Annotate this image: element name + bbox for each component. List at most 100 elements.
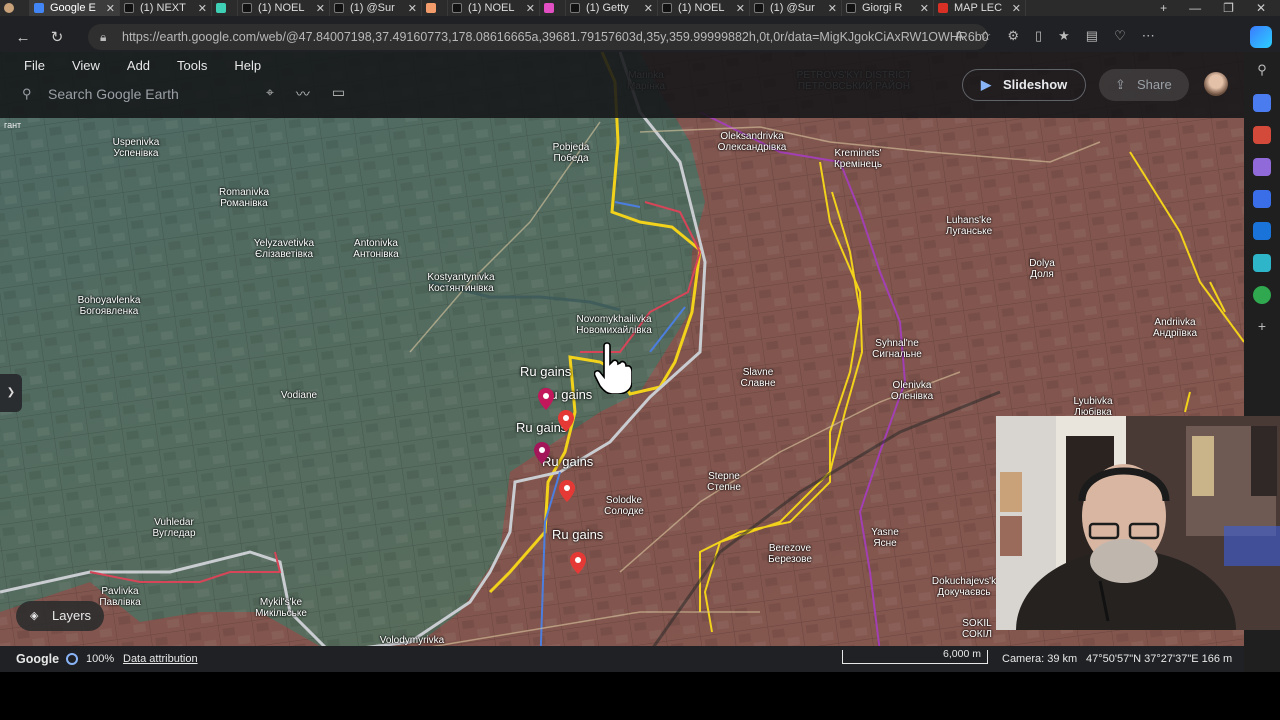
read-aloud-icon[interactable]: A	[955, 28, 964, 44]
new-tab-icon[interactable]: +	[1160, 1, 1167, 15]
map-pin-icon[interactable]	[558, 410, 574, 432]
more-menu-icon[interactable]: ⋯	[1142, 28, 1155, 44]
outlook-icon[interactable]	[1253, 222, 1271, 240]
place-label[interactable]: Vodiane	[281, 390, 317, 401]
tree-icon[interactable]	[1253, 286, 1271, 304]
browser-essentials-icon[interactable]: ♡	[1114, 28, 1126, 44]
place-label[interactable]: Oleksandrivka Олександрівка	[718, 131, 787, 153]
place-label[interactable]: Syhnal'ne Сигнальне	[872, 338, 922, 360]
tab-close-icon[interactable]: ✕	[1012, 2, 1021, 15]
profile-icon[interactable]	[0, 0, 30, 16]
place-label[interactable]: Romanivka Романівка	[219, 187, 269, 209]
ru-gains-label[interactable]: Ru gains	[520, 364, 571, 379]
menu-item-tools[interactable]: Tools	[177, 58, 207, 73]
browser-tab[interactable]	[422, 0, 448, 16]
avatar[interactable]	[1204, 72, 1228, 96]
map-pin-icon[interactable]	[538, 388, 554, 410]
browser-tab[interactable]: (1) @Sur ✕	[750, 0, 842, 16]
place-label[interactable]: Olenivka Оленівка	[891, 380, 933, 402]
place-label[interactable]: Kreminets' Кремінець	[834, 148, 882, 170]
add-sidebar-icon[interactable]: +	[1253, 318, 1271, 336]
place-label[interactable]: Yasne Ясне	[871, 527, 899, 549]
map-pin-icon[interactable]	[570, 552, 586, 574]
browser-tab[interactable]	[540, 0, 566, 16]
slideshow-button[interactable]: ▶ Slideshow	[962, 69, 1086, 101]
extensions-icon[interactable]: ⚙	[1007, 28, 1019, 44]
browser-tab[interactable]: (1) NOEL ✕	[658, 0, 750, 16]
place-label[interactable]: Mykil's'ke Микільське	[255, 597, 307, 619]
browser-tab[interactable]: (1) Getty ✕	[566, 0, 658, 16]
place-label[interactable]: Dokuchajevs'k Докучаєвсь	[932, 576, 996, 598]
place-label[interactable]: Pobjeda Победа	[553, 142, 590, 164]
tab-close-icon[interactable]: ✕	[106, 2, 115, 15]
place-label[interactable]: Antonivka Антонівка	[353, 238, 398, 260]
menu-item-file[interactable]: File	[24, 58, 45, 73]
copilot-sidebar-icon[interactable]	[1253, 190, 1271, 208]
favorite-star-icon[interactable]: ☆	[980, 28, 992, 44]
toolbox-icon[interactable]	[1253, 126, 1271, 144]
place-label[interactable]: Kostyantynivka Костянтинівка	[427, 272, 494, 294]
placemark-icon[interactable]: ⌖	[266, 84, 274, 104]
place-label[interactable]: Luhans'ke Луганське	[946, 215, 992, 237]
tab-close-icon[interactable]: ✕	[198, 2, 207, 15]
browser-tab[interactable]: MAP LEC ✕	[934, 0, 1026, 16]
browser-tab[interactable]: (1) NOEL ✕	[238, 0, 330, 16]
expand-panel-chevron-icon[interactable]: ❯	[0, 374, 22, 412]
menu-item-view[interactable]: View	[72, 58, 100, 73]
tag-icon[interactable]	[1253, 94, 1271, 112]
tab-close-icon[interactable]: ✕	[644, 2, 653, 15]
browser-tab[interactable]: (1) NEXT ✕	[120, 0, 212, 16]
tab-close-icon[interactable]: ✕	[828, 2, 837, 15]
place-label[interactable]: Berezove Березове	[768, 543, 812, 565]
collections-icon[interactable]: ▤	[1086, 28, 1098, 44]
map-pin-icon[interactable]	[534, 442, 550, 464]
ruler-icon[interactable]: ▭	[332, 84, 345, 104]
place-label[interactable]: Lyubivka Любівка	[1073, 396, 1112, 418]
place-label[interactable]: Stepne Степне	[707, 471, 741, 493]
games-icon[interactable]	[1253, 158, 1271, 176]
place-label[interactable]: Vuhledar Вугледар	[152, 517, 195, 539]
restore-icon[interactable]: ❐	[1223, 1, 1234, 15]
place-label[interactable]: Novomykhailivka Новомихайлівка	[576, 314, 652, 336]
hand-cursor-icon	[594, 342, 632, 394]
place-label[interactable]: Slavne Славне	[740, 367, 775, 389]
place-label[interactable]: Andriivka Андріївка	[1153, 317, 1197, 339]
favorites-icon[interactable]: ★	[1058, 28, 1070, 44]
search-sidebar-icon[interactable]: ⚲	[1253, 62, 1271, 80]
close-window-icon[interactable]: ✕	[1256, 1, 1266, 15]
menu-item-add[interactable]: Add	[127, 58, 150, 73]
minimize-icon[interactable]: —	[1189, 1, 1201, 15]
search-input[interactable]: ⚲ Search Google Earth	[12, 80, 252, 108]
tab-close-icon[interactable]: ✕	[736, 2, 745, 15]
place-label[interactable]: SOKIL СОКІЛ	[962, 618, 992, 640]
map-pin-icon[interactable]	[559, 480, 575, 502]
data-attribution-link[interactable]: Data attribution	[123, 653, 198, 665]
tab-close-icon[interactable]: ✕	[408, 2, 417, 15]
place-label[interactable]: Pavlivka Павлівка	[99, 586, 140, 608]
url-bar[interactable]: 🔒︎ https://earth.google.com/web/@47.8400…	[88, 24, 988, 50]
place-label[interactable]: Volodymyrivka	[380, 635, 444, 646]
tab-close-icon[interactable]: ✕	[920, 2, 929, 15]
split-screen-icon[interactable]: ▯	[1035, 28, 1042, 44]
tab-close-icon[interactable]: ✕	[526, 2, 535, 15]
tab-close-icon[interactable]: ✕	[316, 2, 325, 15]
reload-icon[interactable]: ↻	[46, 28, 68, 46]
path-icon[interactable]: 〰	[296, 84, 310, 104]
ru-gains-label[interactable]: Ru gains	[552, 527, 603, 542]
browser-tab[interactable]	[212, 0, 238, 16]
place-label[interactable]: Uspenivka Успенівка	[113, 137, 160, 159]
browser-tab[interactable]: (1) NOEL ✕	[448, 0, 540, 16]
browser-tab[interactable]: Giorgi R ✕	[842, 0, 934, 16]
browser-tab[interactable]: (1) @Sur ✕	[330, 0, 422, 16]
place-label[interactable]: Solodke Солодке	[604, 495, 644, 517]
send-icon[interactable]	[1253, 254, 1271, 272]
place-label[interactable]: Yelyzavetivka Єлізаветівка	[254, 238, 314, 260]
copilot-icon[interactable]	[1250, 26, 1272, 48]
place-label[interactable]: Bohoyavlenka Богоявленка	[78, 295, 141, 317]
back-icon[interactable]: ←	[12, 29, 34, 46]
place-label[interactable]: Dolya Доля	[1029, 258, 1055, 280]
share-button[interactable]: ⇪ Share	[1099, 69, 1189, 101]
browser-tab[interactable]: Google E ✕	[30, 0, 120, 16]
layers-button[interactable]: ◈ Layers	[16, 601, 104, 631]
menu-item-help[interactable]: Help	[234, 58, 261, 73]
